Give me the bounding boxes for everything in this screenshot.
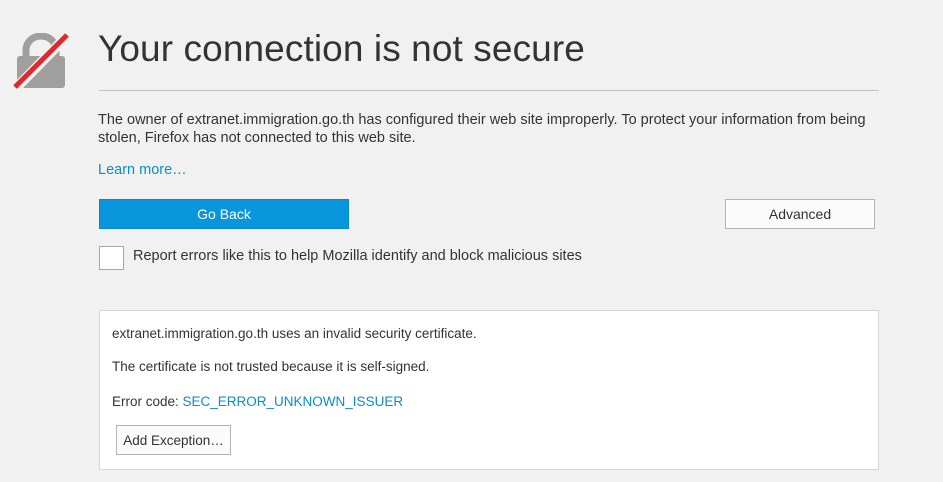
report-errors-checkbox[interactable] <box>99 246 124 270</box>
error-code-link[interactable]: SEC_ERROR_UNKNOWN_ISSUER <box>183 394 404 409</box>
error-description: The owner of extranet.immigration.go.th … <box>98 112 866 146</box>
learn-more-link[interactable]: Learn more… <box>98 162 187 178</box>
broken-lock-icon <box>12 32 71 90</box>
go-back-button[interactable]: Go Back <box>99 199 349 229</box>
advanced-details-panel: extranet.immigration.go.th uses an inval… <box>99 310 879 470</box>
report-errors-label: Report errors like this to help Mozilla … <box>133 248 582 264</box>
advanced-button[interactable]: Advanced <box>725 199 875 229</box>
add-exception-button[interactable]: Add Exception… <box>116 425 231 455</box>
error-code-label: Error code: <box>112 394 183 409</box>
page-title: Your connection is not secure <box>98 28 585 69</box>
cert-invalid-text: extranet.immigration.go.th uses an inval… <box>112 326 477 341</box>
cert-reason-text: The certificate is not trusted because i… <box>112 359 430 374</box>
title-divider <box>99 90 879 91</box>
error-code-row: Error code: SEC_ERROR_UNKNOWN_ISSUER <box>112 394 403 409</box>
